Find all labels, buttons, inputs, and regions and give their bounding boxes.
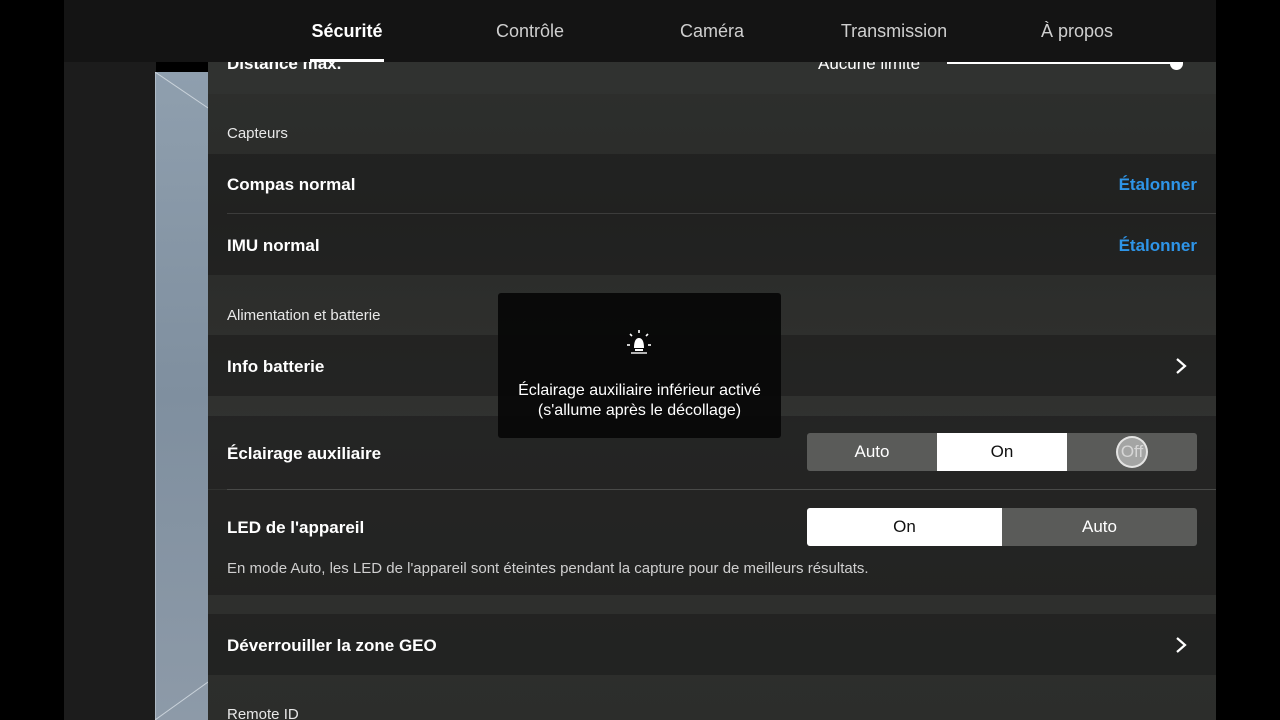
device-led-auto-option[interactable]: Auto [1002, 508, 1197, 546]
tab-controle[interactable]: Contrôle [484, 0, 576, 62]
compass-calibrate-button[interactable]: Étalonner [1119, 175, 1197, 195]
aux-light-toast: Éclairage auxiliaire inférieur activé (s… [498, 293, 781, 438]
aux-light-selector[interactable]: Auto On Off [807, 433, 1197, 471]
imu-row: IMU normal Étalonner [208, 214, 1216, 275]
geo-unlock-label: Déverrouiller la zone GEO [227, 636, 437, 655]
imu-calibrate-button[interactable]: Étalonner [1119, 236, 1197, 256]
tab-camera[interactable]: Caméra [668, 0, 756, 62]
camera-feed-edge [64, 0, 156, 720]
remote-id-title: Remote ID [227, 706, 299, 720]
screen-edge-right [1216, 0, 1280, 720]
toast-line-1: Éclairage auxiliaire inférieur activé [518, 382, 761, 399]
tab-label: Caméra [679, 21, 745, 41]
battery-info-label: Info batterie [227, 357, 325, 376]
camera-feed-view [155, 72, 208, 720]
toast-message: Éclairage auxiliaire inférieur activé (s… [498, 381, 781, 421]
settings-tab-bar: Sécurité Contrôle Caméra Transmission À … [64, 0, 1216, 62]
aux-light-on-option[interactable]: On [937, 433, 1067, 471]
device-led-hint: En mode Auto, les LED de l'appareil sont… [227, 560, 869, 577]
tab-label: À propos [1040, 21, 1114, 41]
power-title: Alimentation et batterie [227, 307, 381, 324]
imu-label: IMU normal [227, 236, 320, 255]
compass-label: Compas normal [227, 175, 356, 194]
toast-line-2: (s'allume après le décollage) [537, 402, 742, 419]
camera-feed-graphic [155, 72, 208, 720]
touch-indicator [1116, 436, 1148, 468]
device-led-row: LED de l'appareil On Auto En mode Auto, … [208, 490, 1216, 595]
app-screen: Distance max. Aucune limite Capteurs Com… [0, 0, 1280, 720]
sensors-title: Capteurs [227, 125, 288, 142]
distance-slider-track[interactable] [947, 62, 1183, 64]
active-tab-indicator [310, 59, 384, 62]
tab-securite[interactable]: Sécurité [310, 0, 384, 62]
tab-label: Contrôle [495, 21, 565, 41]
aux-light-off-option[interactable]: Off [1067, 433, 1197, 471]
device-led-label: LED de l'appareil [227, 518, 365, 537]
compass-row: Compas normal Étalonner [208, 154, 1216, 214]
aux-light-auto-option[interactable]: Auto [807, 433, 937, 471]
remote-id-section-header: Remote ID [208, 675, 1216, 720]
tab-label: Transmission [840, 21, 948, 41]
device-led-on-option[interactable]: On [807, 508, 1002, 546]
device-led-selector[interactable]: On Auto [807, 508, 1197, 546]
geo-unlock-row[interactable]: Déverrouiller la zone GEO [208, 614, 1216, 675]
tab-label: Sécurité [311, 21, 383, 41]
sensors-section-header: Capteurs [208, 94, 1216, 154]
chevron-right-icon [1176, 637, 1187, 653]
light-bulb-icon [627, 330, 651, 354]
tab-transmission[interactable]: Transmission [834, 0, 954, 62]
tab-a-propos[interactable]: À propos [1032, 0, 1122, 62]
chevron-right-icon [1176, 358, 1187, 374]
aux-light-label: Éclairage auxiliaire [227, 444, 382, 463]
